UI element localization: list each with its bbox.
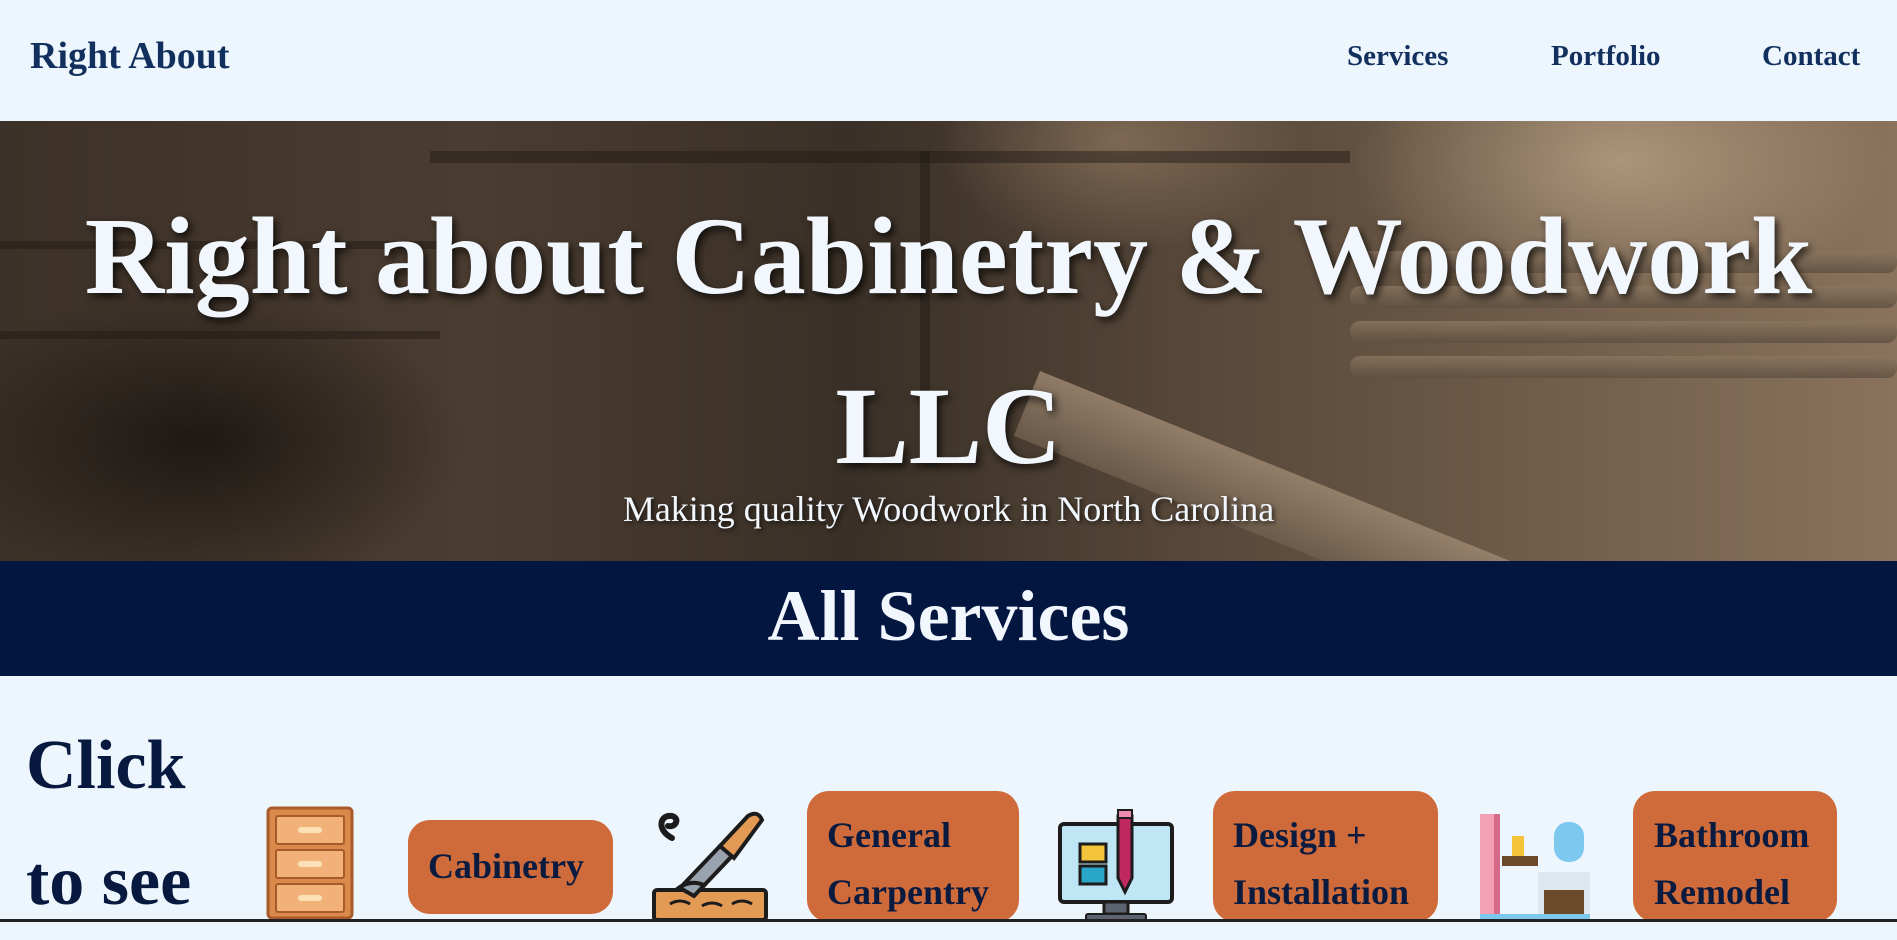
bathroom-icon[interactable] — [1478, 812, 1590, 927]
hero-bg-detail — [430, 151, 1350, 163]
hero-banner: Right about Cabinetry & Woodwork LLC Mak… — [0, 121, 1897, 561]
section-banner: All Services — [0, 561, 1897, 676]
nav-link-portfolio[interactable]: Portfolio — [1551, 40, 1661, 73]
hero-subtitle: Making quality Woodwork in North Carolin… — [622, 489, 1275, 529]
hero-title: Right about Cabinetry & Woodwork LLC — [84, 195, 1813, 487]
service-button-bathroom-remodel[interactable]: Bathroom Remodel — [1633, 791, 1837, 922]
top-nav: Right About Services Portfolio Contact — [0, 0, 1897, 121]
dresser-icon[interactable] — [264, 806, 356, 927]
section-title: All Services — [767, 576, 1130, 656]
service-button-design-installation[interactable]: Design + Installation — [1213, 791, 1438, 922]
nav-link-contact[interactable]: Contact — [1762, 40, 1860, 73]
click-prompt: Click to see — [26, 727, 192, 920]
chisel-wood-icon[interactable] — [650, 808, 770, 927]
nav-link-services[interactable]: Services — [1347, 40, 1448, 73]
brand-logo-link[interactable]: Right About — [30, 34, 230, 78]
service-button-general-carpentry[interactable]: General Carpentry — [807, 791, 1019, 922]
service-button-cabinetry[interactable]: Cabinetry — [408, 820, 613, 914]
computer-design-icon[interactable] — [1056, 808, 1176, 927]
